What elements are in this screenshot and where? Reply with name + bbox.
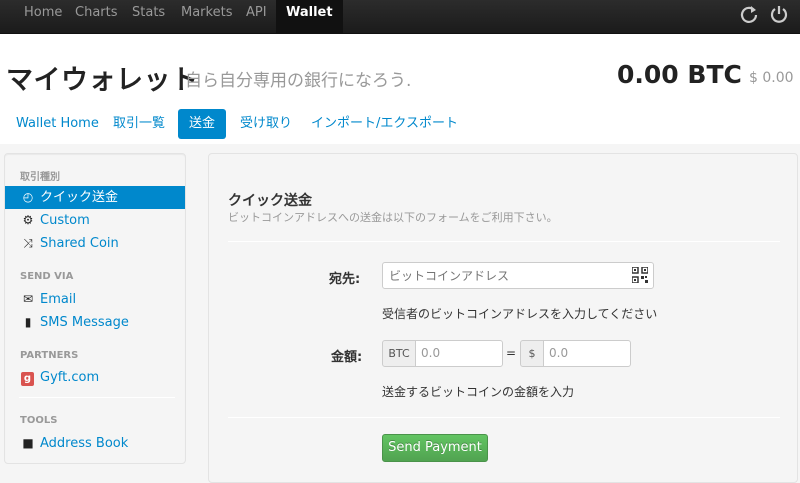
phone-icon: ▮ xyxy=(24,315,32,329)
sidebar-header-partners: PARTNERS xyxy=(20,350,79,361)
book-icon: ■ xyxy=(22,436,34,450)
nav-api[interactable]: API xyxy=(246,0,267,34)
tab-send[interactable]: 送金 xyxy=(178,109,226,139)
fiat-balance[interactable]: $ 0.00 xyxy=(749,70,794,86)
amount-help-text: 送金するビットコインの金額を入力 xyxy=(382,385,575,399)
btc-addon: BTC xyxy=(382,340,416,367)
sidebar-item-quick-send[interactable]: ◴ クイック送金 xyxy=(5,186,185,209)
sidebar-item-address-book[interactable]: ■ Address Book xyxy=(5,432,185,455)
sidebar-item-gyft[interactable]: g Gyft.com xyxy=(5,367,185,390)
sidebar-item-label: SMS Message xyxy=(40,315,129,330)
cog-icon: ⚙ xyxy=(22,213,34,227)
sidebar-item-sms[interactable]: ▮ SMS Message xyxy=(5,311,185,334)
amount-label: 金額: xyxy=(331,350,363,365)
equals-sign: = xyxy=(506,346,517,360)
nav-wallet[interactable]: Wallet xyxy=(276,0,343,34)
sidebar-header-send-via: SEND VIA xyxy=(20,271,74,282)
tab-receive[interactable]: 受け取り xyxy=(232,109,300,139)
sidebar-item-label: クイック送金 xyxy=(40,190,119,205)
sidebar-item-shared-coin[interactable]: ⤨ Shared Coin xyxy=(5,232,185,255)
envelope-icon: ✉ xyxy=(22,292,34,306)
to-label: 宛先: xyxy=(329,272,361,287)
form-title: クイック送金 xyxy=(228,193,312,209)
address-help-text: 受信者のビットコインアドレスを入力してください xyxy=(382,307,658,321)
sidebar-header-transaction-type: 取引種別 xyxy=(20,172,60,183)
address-input[interactable] xyxy=(382,262,654,289)
nav-stats[interactable]: Stats xyxy=(132,0,165,34)
sidebar-item-label: Shared Coin xyxy=(40,236,119,251)
sidebar-item-label: Email xyxy=(40,292,77,307)
usd-amount-input[interactable]: 0.0 xyxy=(543,340,631,367)
nav-markets[interactable]: Markets xyxy=(181,0,232,34)
send-payment-button[interactable]: Send Payment xyxy=(382,434,488,462)
gyft-logo-icon: g xyxy=(21,372,34,386)
tab-import-export[interactable]: インポート/エクスポート xyxy=(303,109,466,139)
btc-amount-input[interactable]: 0.0 xyxy=(415,340,503,367)
sidebar-divider xyxy=(19,397,175,398)
sidebar: 取引種別 ◴ クイック送金 ⚙ Custom ⤨ Shared Coin SEND V… xyxy=(4,153,186,464)
tab-transactions[interactable]: 取引一覧 xyxy=(105,109,173,139)
refresh-icon[interactable] xyxy=(739,4,759,24)
tab-wallet-home[interactable]: Wallet Home xyxy=(8,109,107,139)
qr-code-icon[interactable] xyxy=(632,267,648,283)
sidebar-item-label: Address Book xyxy=(40,436,129,451)
form-divider xyxy=(228,241,780,242)
top-navbar: Home Charts Stats Markets API Wallet xyxy=(0,0,800,34)
usd-addon: $ xyxy=(520,340,544,367)
sidebar-item-label: Gyft.com xyxy=(40,370,100,385)
page-title: マイウォレット xyxy=(6,65,199,96)
sidebar-item-custom[interactable]: ⚙ Custom xyxy=(5,209,185,232)
page-subtitle: 自ら自分専用の銀行になろう. xyxy=(185,71,412,91)
sidebar-item-label: Custom xyxy=(40,213,90,228)
power-icon[interactable] xyxy=(769,4,789,24)
clock-icon: ◴ xyxy=(22,190,34,204)
nav-home[interactable]: Home xyxy=(24,0,62,34)
form-description: ビットコインアドレスへの送金は以下のフォームをご利用下さい。 xyxy=(228,211,558,224)
shuffle-icon: ⤨ xyxy=(23,236,33,250)
form-actions-divider xyxy=(228,417,780,418)
nav-charts[interactable]: Charts xyxy=(75,0,118,34)
btc-balance[interactable]: 0.00 BTC xyxy=(617,60,742,89)
sidebar-header-tools: TOOLS xyxy=(20,415,58,426)
sidebar-item-email[interactable]: ✉ Email xyxy=(5,288,185,311)
